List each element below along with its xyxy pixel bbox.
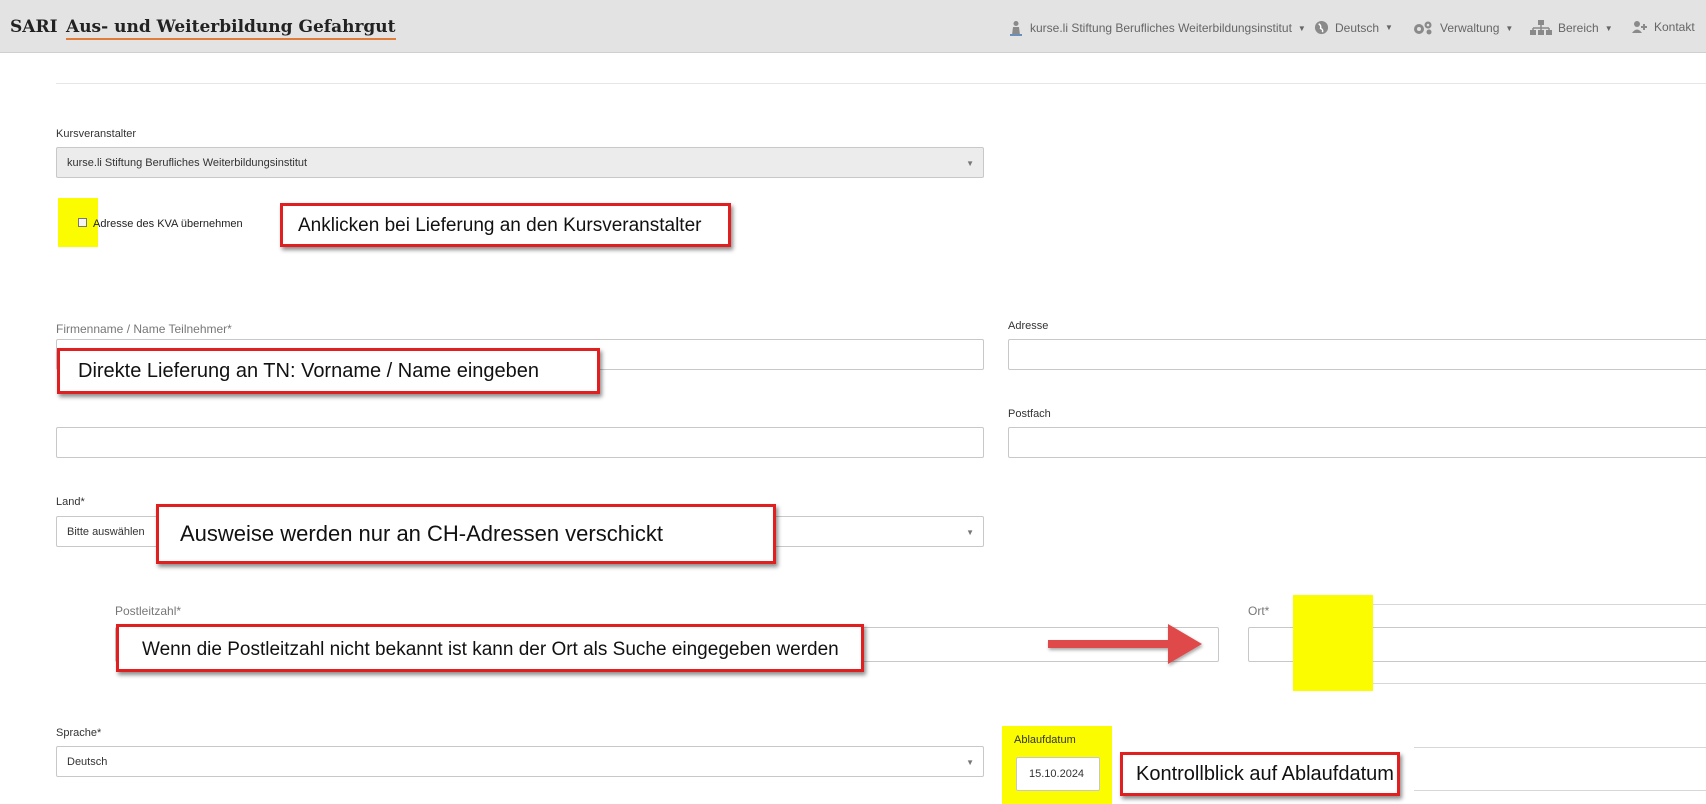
plz-label: Postleitzahl* [115, 604, 182, 618]
nav-language-label: Deutsch [1335, 20, 1380, 35]
ort-label: Ort* [1248, 604, 1270, 618]
sprache-label: Sprache* [56, 727, 102, 739]
app-title[interactable]: Aus- und Weiterbildung Gefahrgut [66, 17, 396, 40]
ablaufdatum-input-top-edge [1414, 747, 1706, 748]
arrow-right-icon [1048, 624, 1202, 664]
section-divider [56, 83, 1706, 84]
select-arrow-icon: ▼ [966, 758, 974, 767]
ablauf-annotation: Kontrollblick auf Ablaufdatum [1120, 752, 1400, 796]
globe-icon [1314, 20, 1329, 35]
highlight-marker [1293, 595, 1373, 691]
gears-icon [1414, 21, 1432, 35]
land-annotation: Ausweise werden nur an CH-Adressen versc… [156, 504, 776, 564]
person-icon [1010, 21, 1022, 36]
kva-checkbox[interactable] [78, 218, 87, 227]
add-user-icon [1632, 21, 1647, 33]
land-value: Bitte auswählen [67, 526, 145, 538]
nav-organization-label: kurse.li Stiftung Berufliches Weiterbild… [1030, 21, 1292, 35]
ablaufdatum-input-bottom-edge [1414, 790, 1706, 791]
top-navbar: SARI Aus- und Weiterbildung Gefahrgut ku… [0, 0, 1706, 53]
sitemap-icon [1530, 20, 1552, 35]
nav-area-label: Bereich [1558, 21, 1599, 35]
ort-input-bottom-edge [1372, 683, 1706, 684]
adresse-label: Adresse [1008, 320, 1049, 332]
kursveranstalter-label: Kursveranstalter [56, 128, 137, 140]
kva-annotation: Anklicken bei Lieferung an den Kursveran… [280, 203, 731, 247]
nav-contact[interactable]: Kontakt [1632, 20, 1695, 34]
postfach-input[interactable] [1008, 427, 1706, 458]
postfach-label: Postfach [1008, 408, 1051, 420]
nav-admin[interactable]: Verwaltung ▼ [1412, 20, 1513, 36]
nav-language[interactable]: Deutsch ▼ [1314, 20, 1393, 35]
firmenname-label: Firmenname / Name Teilnehmer* [56, 322, 232, 336]
nav-admin-label: Verwaltung [1440, 21, 1500, 35]
brand-logo[interactable]: SARI [10, 17, 58, 37]
nav-area[interactable]: Bereich ▼ [1530, 20, 1613, 36]
land-label: Land* [56, 496, 85, 508]
sprache-value: Deutsch [67, 756, 108, 768]
caret-down-icon: ▼ [1505, 23, 1514, 33]
adresse-input[interactable] [1008, 339, 1706, 370]
name-annotation: Direkte Lieferung an TN: Vorname / Name … [57, 348, 600, 394]
caret-down-icon: ▼ [1604, 23, 1613, 33]
kva-checkbox-label[interactable]: Adresse des KVA übernehmen [93, 218, 243, 230]
select-arrow-icon: ▼ [966, 159, 974, 168]
ablaufdatum-input[interactable]: 15.10.2024 [1016, 757, 1100, 791]
ort-input-top-edge [1372, 604, 1706, 605]
nav-organization[interactable]: kurse.li Stiftung Berufliches Weiterbild… [1008, 20, 1306, 36]
select-arrow-icon: ▼ [966, 528, 974, 537]
kursveranstalter-value: kurse.li Stiftung Berufliches Weiterbild… [67, 157, 308, 169]
address-extra-input[interactable] [56, 427, 984, 458]
ablaufdatum-label: Ablaufdatum [1014, 734, 1076, 746]
caret-down-icon: ▼ [1385, 23, 1393, 32]
nav-contact-label: Kontakt [1654, 20, 1695, 34]
ablaufdatum-value: 15.10.2024 [1029, 768, 1085, 780]
caret-down-icon: ▼ [1297, 23, 1306, 33]
plz-annotation: Wenn die Postleitzahl nicht bekannt ist … [116, 624, 864, 672]
kursveranstalter-select[interactable]: kurse.li Stiftung Berufliches Weiterbild… [56, 147, 984, 178]
sprache-select[interactable]: Deutsch ▼ [56, 746, 984, 777]
